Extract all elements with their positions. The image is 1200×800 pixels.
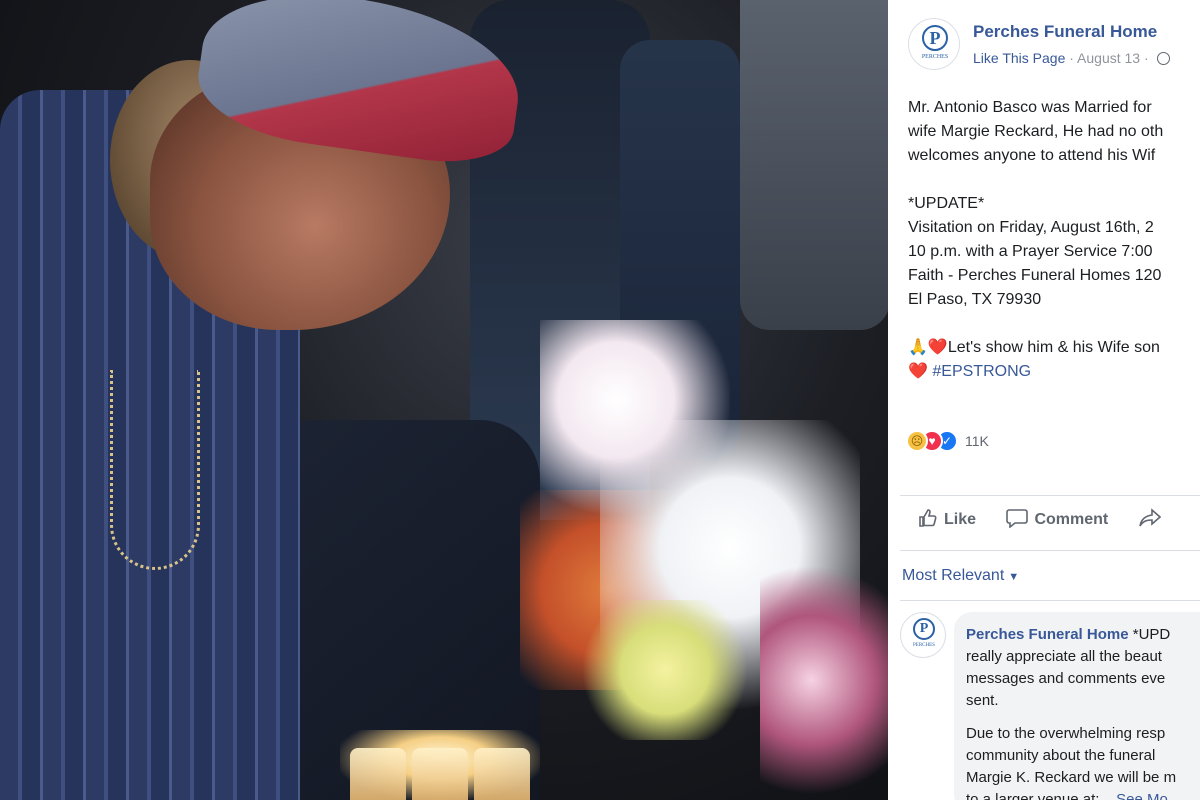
chevron-down-icon: ▼ — [1008, 571, 1020, 583]
post-date[interactable]: August 13 — [1077, 50, 1140, 66]
post-photo[interactable] — [0, 0, 888, 800]
candle — [350, 748, 406, 800]
heart-icon: ❤️ — [908, 363, 928, 380]
comment-text: Perches Funeral Home *UPD really appreci… — [966, 624, 1200, 800]
update-heading: *UPDATE* — [908, 195, 985, 212]
post-line: 10 p.m. with a Prayer Service 7:00 — [908, 243, 1153, 260]
post-line: welcomes anyone to attend his Wif — [908, 147, 1156, 164]
comment-line: Perches Funeral Home *UPD — [966, 624, 1200, 646]
logo-caption: PERCHES — [913, 643, 935, 648]
meta-separator: · — [1065, 50, 1078, 66]
candle — [412, 748, 468, 800]
post-line: Visitation on Friday, August 16th, 2 — [908, 219, 1154, 236]
comment-icon — [1006, 509, 1029, 529]
yellow-flowers — [580, 600, 750, 740]
post-body: Mr. Antonio Basco was Married for wife M… — [908, 96, 1200, 384]
background-person — [740, 0, 888, 330]
comment-first-words: *UPD — [1128, 626, 1171, 643]
logo-letter: P — [913, 618, 935, 640]
comment-author-link[interactable]: Perches Funeral Home — [966, 626, 1129, 643]
post-closing-line: 🙏❤️Let's show him & his Wife son — [908, 336, 1200, 360]
page-avatar[interactable]: P PERCHES — [908, 18, 960, 70]
globe-icon — [1156, 52, 1170, 65]
closing-text: Let's show him & his Wife son — [947, 339, 1160, 356]
praying-hands-icon: 🙏 — [908, 339, 928, 356]
sort-label: Most Relevant — [902, 567, 1005, 584]
post-line: wife Margie Reckard, He had no oth — [908, 123, 1164, 140]
post-actions: Like Comment — [918, 508, 1193, 540]
comment-line: really appreciate all the beaut — [966, 648, 1162, 665]
commenter-avatar[interactable]: P PERCHES — [900, 612, 946, 658]
comment-line: messages and comments eve — [966, 670, 1166, 687]
comment-line: Margie K. Reckard we will be m — [966, 769, 1177, 786]
post-meta: Like This Page · August 13 · — [973, 50, 1170, 66]
comment-line: to a larger venue at:... See Mo — [966, 789, 1200, 800]
meta-separator: · — [1140, 50, 1153, 66]
post-line: Faith - Perches Funeral Homes 120 — [908, 267, 1162, 284]
post-header: P PERCHES Perches Funeral Home Like This… — [908, 18, 1200, 78]
post-hashtag-line: ❤️ #EPSTRONG — [908, 360, 1200, 384]
comment-last-line: to a larger venue at:... — [966, 791, 1112, 800]
divider — [900, 495, 1200, 496]
like-button[interactable]: Like — [918, 508, 976, 529]
reactions-summary[interactable]: ☹ ♥ ✓ 11K — [906, 430, 989, 454]
pink-flowers — [760, 560, 888, 800]
comment-line: Due to the overwhelming resp — [966, 725, 1166, 742]
heart-icon: ❤️ — [927, 339, 948, 356]
divider — [900, 600, 1200, 601]
thumbs-up-icon — [919, 509, 937, 527]
logo-letter: P — [922, 25, 948, 51]
page-name-link[interactable]: Perches Funeral Home — [973, 22, 1157, 42]
candle — [474, 748, 530, 800]
reaction-count: 11K — [965, 433, 989, 449]
comment-line: sent. — [966, 692, 999, 709]
share-icon — [1138, 508, 1161, 527]
divider — [900, 550, 1200, 551]
comment-line: community about the funeral — [966, 747, 1156, 764]
white-orchids — [540, 320, 730, 520]
sad-reaction-icon: ☹ — [906, 430, 928, 452]
post-line: Mr. Antonio Basco was Married for — [908, 99, 1152, 116]
share-button[interactable] — [1138, 508, 1167, 529]
post-line: El Paso, TX 79930 — [908, 291, 1042, 308]
hashtag-link[interactable]: #EPSTRONG — [932, 363, 1031, 380]
like-page-link[interactable]: Like This Page — [973, 50, 1065, 66]
see-more-link[interactable]: See Mo — [1116, 791, 1168, 800]
comments-sort-dropdown[interactable]: Most Relevant ▼ — [902, 567, 1019, 585]
candles — [340, 730, 540, 800]
logo-caption: PERCHES — [921, 54, 949, 60]
photo-figure-chain — [110, 370, 200, 570]
comment-label: Comment — [1034, 511, 1109, 528]
like-label: Like — [944, 511, 977, 528]
post-panel: P PERCHES Perches Funeral Home Like This… — [888, 0, 1200, 800]
comment-button[interactable]: Comment — [1006, 508, 1108, 529]
